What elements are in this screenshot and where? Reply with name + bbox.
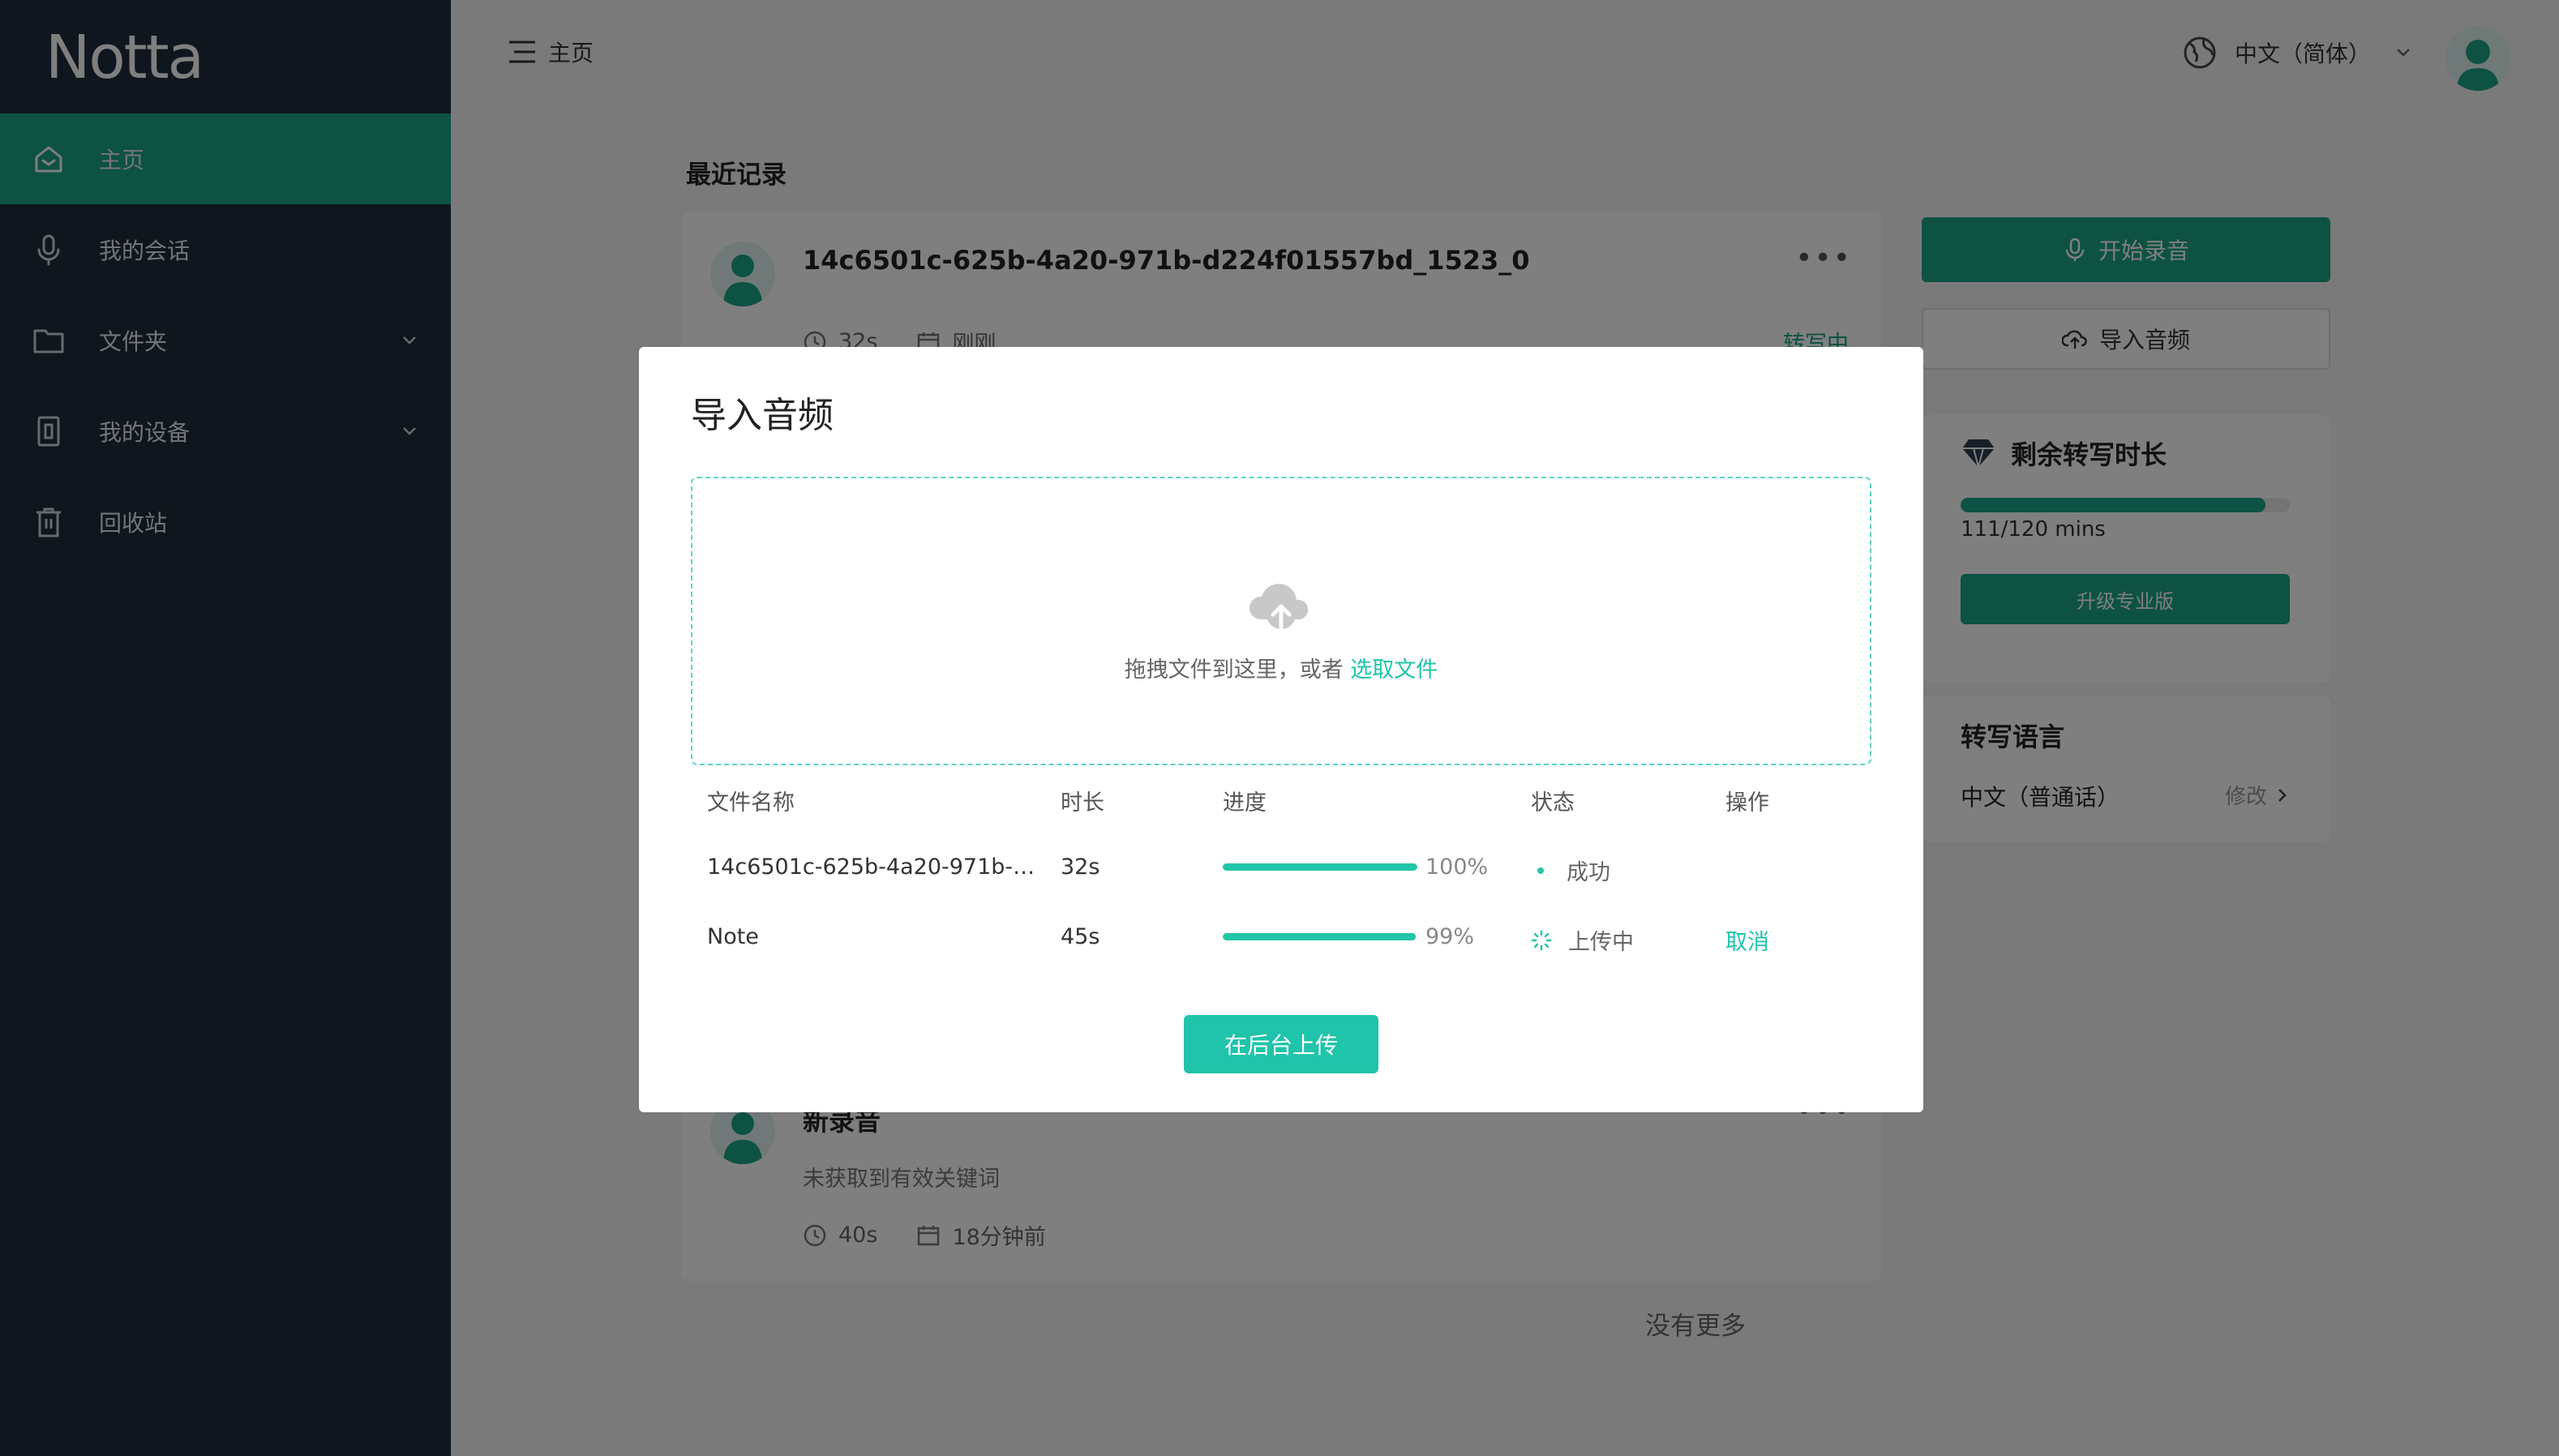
column-header-status: 状态 (1531, 790, 1575, 816)
table-row: Note 45s 99% 上传中 取消 (707, 924, 1871, 957)
table-row: 14c6501c-625b-4a20-971b-d224f01557bd_152… (707, 854, 1871, 887)
status-label: 成功 (1567, 860, 1610, 885)
progress-bar (1223, 863, 1417, 871)
file-name: 14c6501c-625b-4a20-971b-d224f01557bd_152… (707, 854, 1048, 880)
select-file-link[interactable]: 选取文件 (1350, 657, 1438, 683)
file-duration: 45s (1061, 924, 1100, 949)
progress-percent: 99% (1425, 924, 1475, 949)
column-header-name: 文件名称 (707, 790, 795, 816)
cloud-upload-icon (1249, 584, 1309, 634)
upload-progress: 99% (1223, 924, 1474, 949)
column-header-duration: 时长 (1061, 790, 1104, 816)
progress-bar (1223, 933, 1417, 940)
success-dot-icon (1537, 867, 1544, 874)
upload-in-background-button[interactable]: 在后台上传 (1184, 1015, 1378, 1073)
file-name: Note (707, 924, 759, 949)
status-label: 上传中 (1568, 930, 1634, 955)
upload-status: 上传中 (1531, 924, 1634, 956)
column-header-action: 操作 (1725, 790, 1769, 816)
dialog-title: 导入音频 (691, 395, 834, 436)
column-header-progress: 进度 (1223, 790, 1267, 816)
loading-spinner-icon (1531, 930, 1552, 950)
progress-percent: 100% (1425, 854, 1489, 880)
dropzone-text: 拖拽文件到这里，或者 选取文件 (692, 652, 1870, 683)
cancel-upload-link[interactable]: 取消 (1725, 924, 1769, 956)
progress-fill (1223, 863, 1417, 871)
upload-table-header: 文件名称 时长 进度 状态 操作 (707, 785, 1871, 817)
progress-fill (1223, 933, 1416, 940)
upload-progress: 100% (1223, 854, 1488, 880)
file-dropzone[interactable]: 拖拽文件到这里，或者 选取文件 (691, 477, 1871, 765)
import-audio-dialog: 导入音频 拖拽文件到这里，或者 选取文件 文件名称 时长 进度 状态 操作 14… (639, 347, 1923, 1112)
file-duration: 32s (1061, 854, 1100, 880)
upload-status: 成功 (1531, 854, 1610, 886)
dropzone-hint: 拖拽文件到这里，或者 (1124, 657, 1344, 683)
